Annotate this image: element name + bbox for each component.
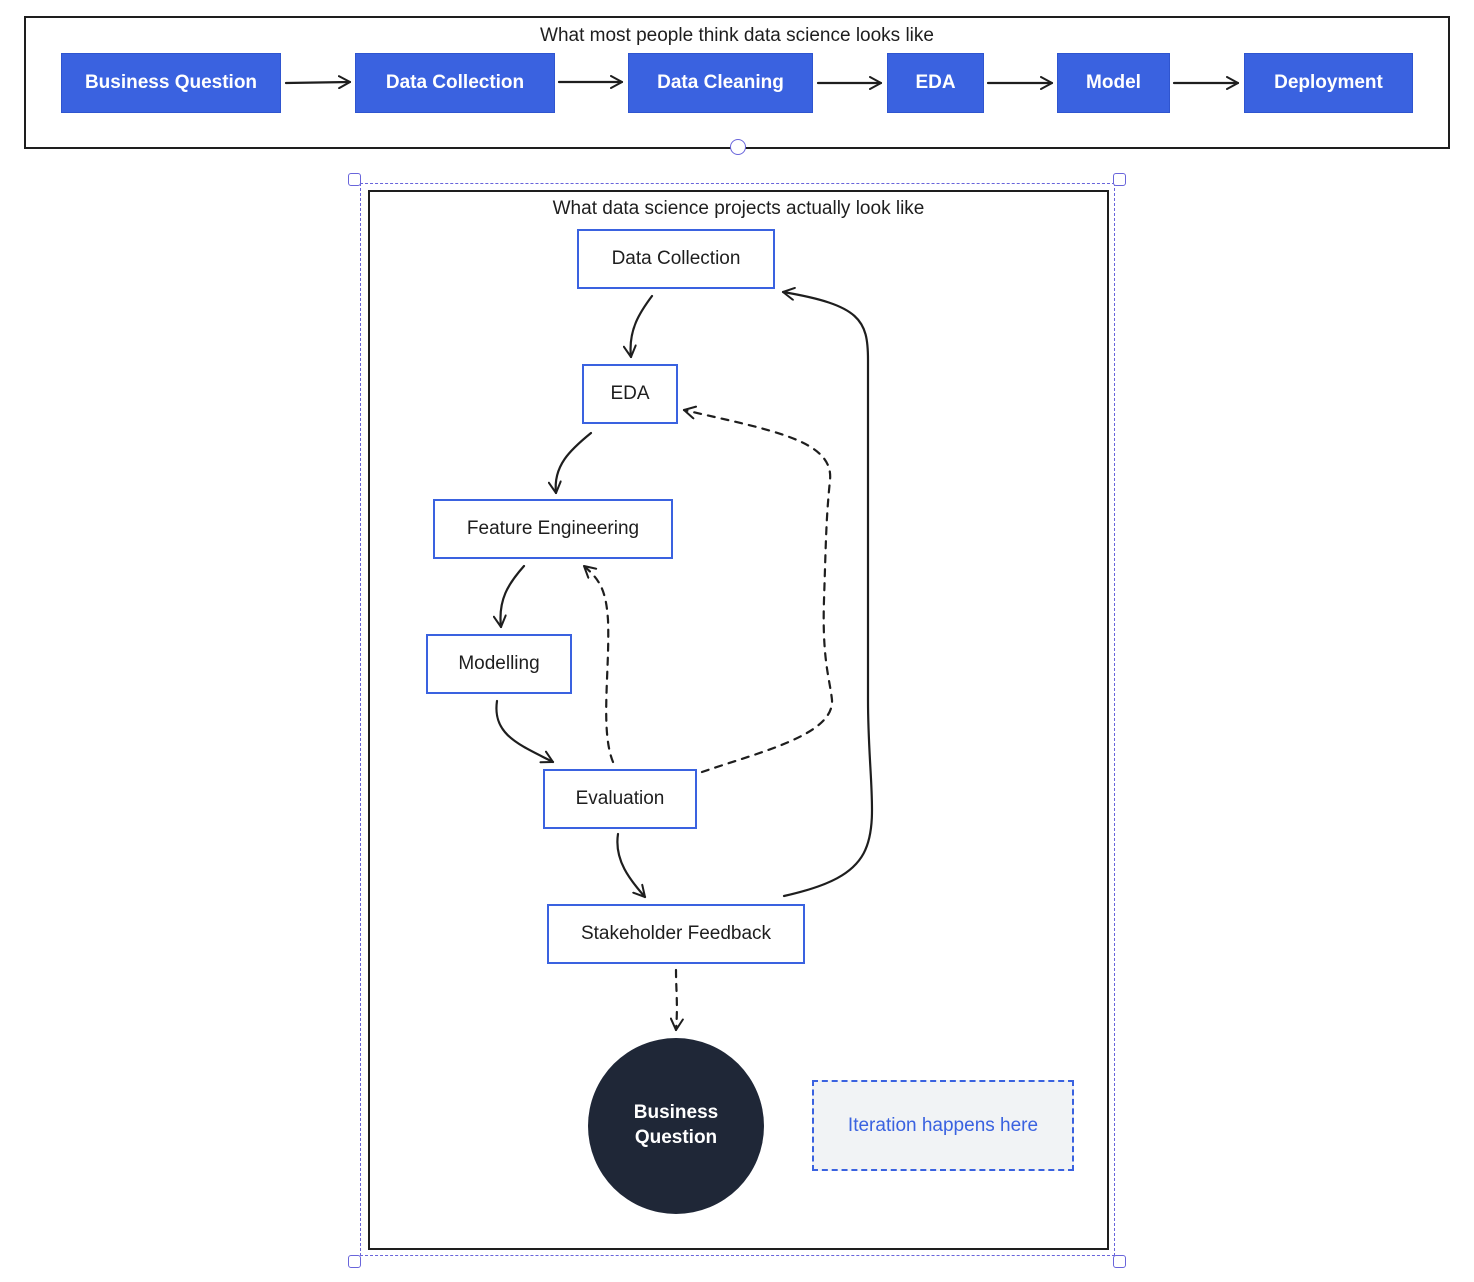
node-data-collection[interactable]: Data Collection	[577, 229, 775, 289]
node-modelling[interactable]: Modelling	[426, 634, 572, 694]
arrow-feature-to-modelling	[492, 564, 526, 629]
iteration-note[interactable]: Iteration happens here	[812, 1080, 1074, 1171]
arrow-eda-to-feature	[547, 431, 593, 495]
arrow-feedback-to-collection	[781, 286, 874, 898]
dashed-evaluation-to-feature	[582, 564, 615, 764]
dashed-feedback-to-business	[669, 968, 684, 1032]
arrow-business-to-collection	[284, 75, 352, 90]
node-stakeholder-feedback[interactable]: Stakeholder Feedback	[547, 904, 805, 964]
dashed-evaluation-to-eda	[682, 405, 834, 774]
node-evaluation[interactable]: Evaluation	[543, 769, 697, 829]
node-feature-engineering[interactable]: Feature Engineering	[433, 499, 673, 559]
node-eda[interactable]: EDA	[582, 364, 678, 424]
arrow-modelling-to-evaluation	[495, 699, 555, 764]
arrow-collection-to-eda	[622, 294, 654, 359]
arrow-evaluation-to-feedback	[616, 832, 647, 899]
node-business-question[interactable]: Business Question	[588, 1038, 764, 1214]
